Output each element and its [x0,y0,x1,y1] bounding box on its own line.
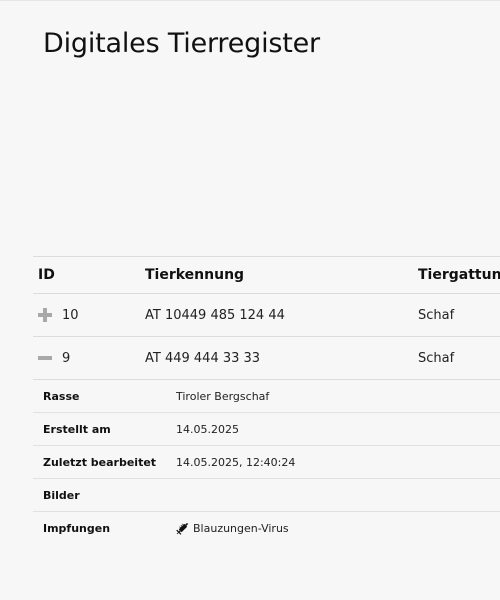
row-tierkennung: AT 10449 485 124 44 [145,307,285,323]
detail-label: Impfungen [43,521,111,535]
expand-plus-icon[interactable] [38,308,52,322]
table-header-row: ID Tierkennung Tiergattung [33,257,500,294]
detail-label: Erstellt am [43,422,111,436]
table-row[interactable]: 10 AT 10449 485 124 44 Schaf [33,294,500,337]
animal-table: ID Tierkennung Tiergattung 10 AT 10449 4… [33,256,500,544]
row-tierkennung: AT 449 444 33 33 [145,350,261,366]
detail-row-rasse: Rasse Tiroler Bergschaf [33,380,500,413]
detail-row-bilder: Bilder [33,479,500,512]
detail-value: 14.05.2025, 12:40:24 [176,455,296,469]
vaccination-name[interactable]: Blauzungen-Virus [193,522,289,535]
top-divider [0,0,500,1]
detail-label: Rasse [43,389,80,403]
detail-value: 14.05.2025 [176,422,239,436]
row-tiergattung: Schaf [418,307,455,323]
column-header-tierkennung[interactable]: Tierkennung [145,257,244,293]
detail-row-impfungen: Impfungen Blauzungen-Virus [33,512,500,544]
table-row[interactable]: 9 AT 449 444 33 33 Schaf [33,337,500,380]
row-detail-panel: Rasse Tiroler Bergschaf Erstellt am 14.0… [33,380,500,544]
detail-label: Bilder [43,488,80,502]
detail-label: Zuletzt bearbeitet [43,455,157,469]
row-id: 9 [62,350,71,366]
row-id-cell: 9 [38,337,70,379]
detail-value: Tiroler Bergschaf [176,389,270,403]
syringe-icon [176,521,190,535]
row-tiergattung: Schaf [418,350,455,366]
collapse-minus-icon[interactable] [38,351,52,365]
detail-row-bearbeitet: Zuletzt bearbeitet 14.05.2025, 12:40:24 [33,446,500,479]
detail-value: Blauzungen-Virus [176,512,289,544]
column-header-tiergattung[interactable]: Tiergattung [418,257,500,293]
column-header-id[interactable]: ID [38,257,55,293]
row-id-cell: 10 [38,294,79,336]
row-id: 10 [62,307,79,323]
detail-row-erstellt: Erstellt am 14.05.2025 [33,413,500,446]
page-title: Digitales Tierregister [43,28,320,59]
